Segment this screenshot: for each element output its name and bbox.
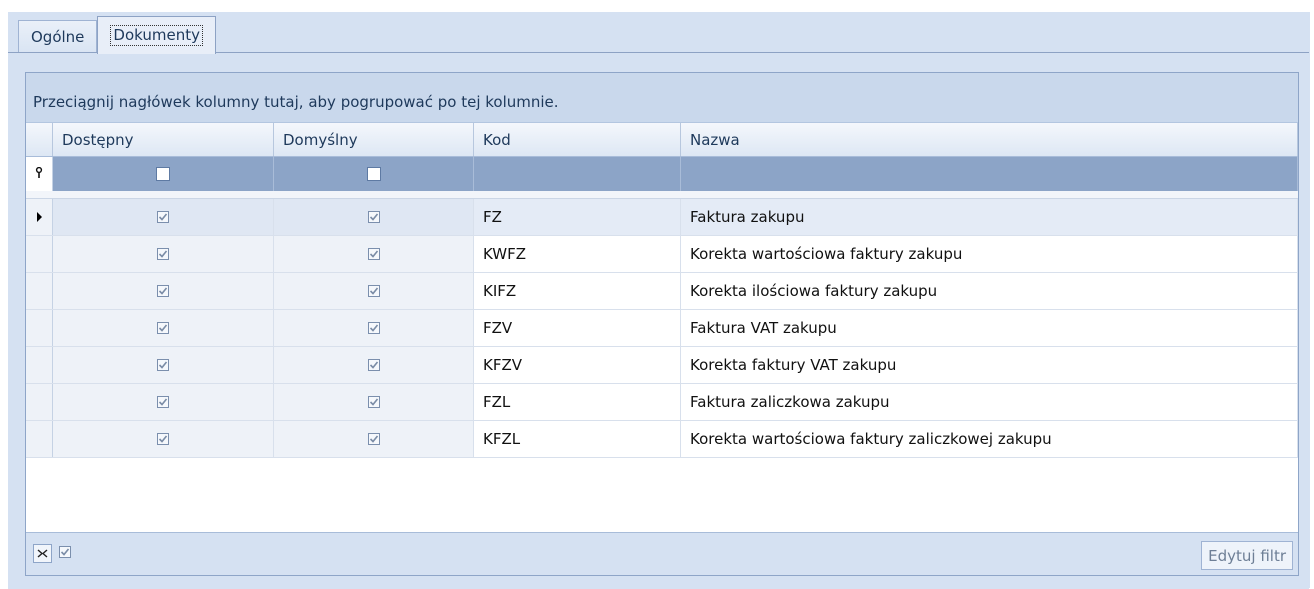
clear-filter-button[interactable] [33,544,52,563]
tab-label: Dokumenty [110,25,203,46]
auto-filter-row [26,157,1298,191]
cell-nazwa[interactable]: Korekta wartościowa faktury zakupu [681,236,1298,272]
tab-label: Ogólne [31,28,85,46]
group-panel-hint: Przeciągnij nagłówek kolumny tutaj, aby … [33,93,559,111]
filter-separator [26,191,1298,199]
column-header-dostepny[interactable]: Dostępny [53,123,274,156]
table-row[interactable]: KIFZ Korekta ilościowa faktury zakupu [26,273,1298,310]
column-header-row: Dostępny Domyślny Kod Nazwa [26,123,1298,157]
table-row[interactable]: FZV Faktura VAT zakupu [26,310,1298,347]
filter-checkbox-dostepny[interactable] [156,167,170,181]
checkbox-domyslny[interactable] [367,248,380,260]
filter-enabled-checkbox[interactable] [59,546,71,558]
filter-checkbox-domyslny[interactable] [366,167,381,181]
column-header-kod[interactable]: Kod [474,123,681,156]
group-by-panel[interactable]: Przeciągnij nagłówek kolumny tutaj, aby … [26,73,1298,123]
checkbox-dostepny[interactable] [157,248,169,260]
checkbox-dostepny[interactable] [157,322,169,334]
cell-nazwa[interactable]: Faktura VAT zakupu [681,310,1298,346]
row-indicator [26,310,53,346]
cell-domyslny[interactable] [274,199,474,235]
table-row[interactable]: FZL Faktura zaliczkowa zakupu [26,384,1298,421]
table-row[interactable]: FZ Faktura zakupu [26,199,1298,236]
documents-grid: Przeciągnij nagłówek kolumny tutaj, aby … [25,72,1299,576]
current-row-arrow-icon [36,212,42,222]
cell-dostepny[interactable] [53,421,274,457]
cell-nazwa[interactable]: Korekta wartościowa faktury zaliczkowej … [681,421,1298,457]
cell-dostepny[interactable] [53,273,274,309]
row-indicator [26,199,53,235]
filter-cell-nazwa[interactable] [681,157,1298,191]
cell-nazwa[interactable]: Korekta ilościowa faktury zakupu [681,273,1298,309]
cell-domyslny[interactable] [274,421,474,457]
grid-rows: FZ Faktura zakupu KWFZ Korekta wartościo… [26,199,1298,458]
cell-domyslny[interactable] [274,236,474,272]
checkbox-dostepny[interactable] [157,359,169,371]
table-row[interactable]: KFZL Korekta wartościowa faktury zaliczk… [26,421,1298,458]
cell-domyslny[interactable] [274,384,474,420]
cell-dostepny[interactable] [53,310,274,346]
checkbox-domyslny[interactable] [367,322,380,334]
row-indicator [26,384,53,420]
row-indicator-header [26,123,53,156]
checkbox-domyslny[interactable] [367,211,380,223]
cell-dostepny[interactable] [53,384,274,420]
edit-filter-button[interactable]: Edytuj filtr [1201,541,1293,570]
checkbox-dostepny[interactable] [157,285,169,297]
cell-domyslny[interactable] [274,310,474,346]
row-indicator [26,421,53,457]
checkbox-domyslny[interactable] [367,396,380,408]
filter-row-indicator [26,157,53,191]
checkbox-domyslny[interactable] [367,433,380,445]
filter-panel: Edytuj filtr [26,532,1298,575]
clear-filter-icon [37,549,48,558]
cell-kod[interactable]: KFZV [474,347,681,383]
filter-cell-dostepny[interactable] [53,157,274,191]
tab-strip: Ogólne Dokumenty [18,16,216,54]
checkbox-domyslny[interactable] [367,285,380,297]
cell-nazwa[interactable]: Faktura zaliczkowa zakupu [681,384,1298,420]
filter-cell-domyslny[interactable] [274,157,474,191]
column-header-domyslny[interactable]: Domyślny [274,123,474,156]
cell-kod[interactable]: KWFZ [474,236,681,272]
cell-dostepny[interactable] [53,199,274,235]
cell-kod[interactable]: FZ [474,199,681,235]
cell-kod[interactable]: FZL [474,384,681,420]
column-header-nazwa[interactable]: Nazwa [681,123,1298,156]
cell-kod[interactable]: KFZL [474,421,681,457]
cell-nazwa[interactable]: Faktura zakupu [681,199,1298,235]
pin-icon [35,166,43,182]
cell-dostepny[interactable] [53,347,274,383]
checkbox-dostepny[interactable] [157,433,169,445]
table-row[interactable]: KWFZ Korekta wartościowa faktury zakupu [26,236,1298,273]
cell-domyslny[interactable] [274,347,474,383]
row-indicator [26,347,53,383]
checkbox-dostepny[interactable] [157,396,169,408]
filter-cell-kod[interactable] [474,157,681,191]
tab-ogolne[interactable]: Ogólne [18,20,98,53]
table-row[interactable]: KFZV Korekta faktury VAT zakupu [26,347,1298,384]
cell-kod[interactable]: KIFZ [474,273,681,309]
row-indicator [26,273,53,309]
row-indicator [26,236,53,272]
cell-domyslny[interactable] [274,273,474,309]
cell-dostepny[interactable] [53,236,274,272]
tab-page-dokumenty: Przeciągnij nagłówek kolumny tutaj, aby … [8,52,1309,589]
checkbox-dostepny[interactable] [157,211,169,223]
window: Ogólne Dokumenty Przeciągnij nagłówek ko… [8,12,1310,589]
checkbox-domyslny[interactable] [367,359,380,371]
cell-nazwa[interactable]: Korekta faktury VAT zakupu [681,347,1298,383]
cell-kod[interactable]: FZV [474,310,681,346]
tab-dokumenty[interactable]: Dokumenty [97,16,216,54]
